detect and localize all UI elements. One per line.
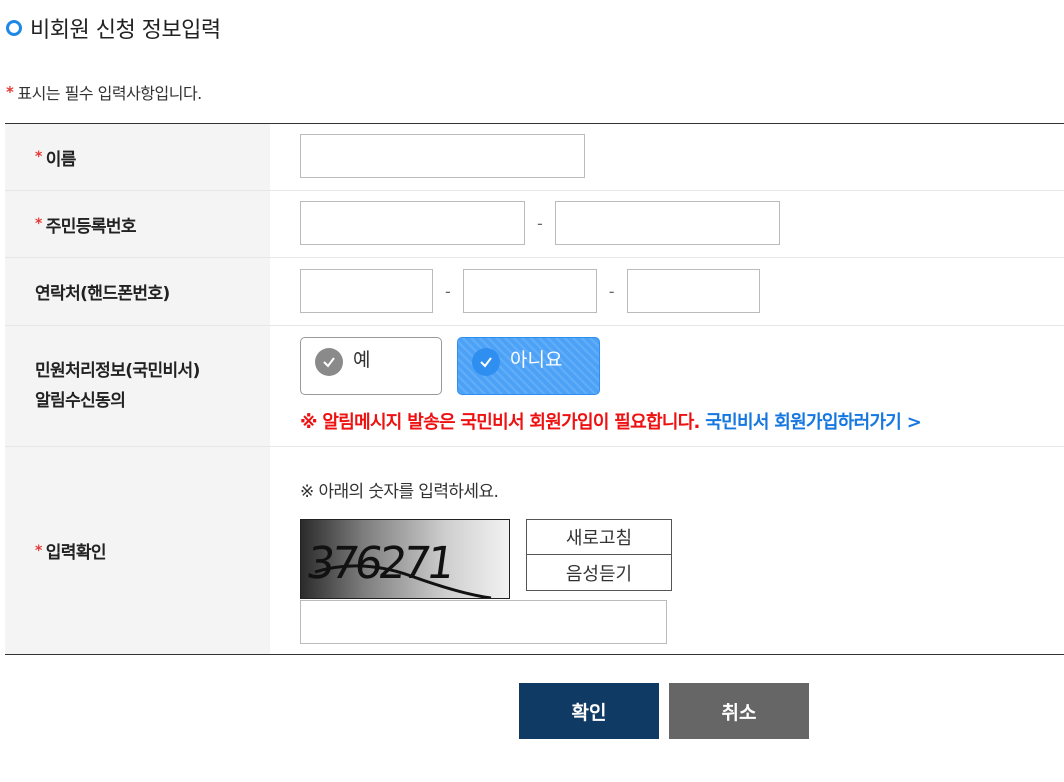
- name-input[interactable]: [300, 134, 585, 178]
- consent-label-line2: 알림수신동의: [35, 391, 126, 411]
- phone-part3-input[interactable]: [626, 269, 760, 313]
- consent-warning-text: ※ 알림메시지 발송은 국민비서 회원가입이 필요합니다.: [300, 412, 700, 433]
- captcha-audio-button[interactable]: 음성듣기: [526, 555, 672, 591]
- form-row-name: * 이름: [5, 124, 1064, 191]
- consent-yes-label: 예: [353, 348, 371, 371]
- section-title-text: 비회원 신청 정보입력: [30, 18, 221, 43]
- form-row-phone: 연락처(핸드폰번호) - -: [5, 258, 1064, 326]
- captcha-image: 376271: [300, 519, 510, 599]
- check-icon: [472, 348, 500, 376]
- section-title: 비회원 신청 정보입력: [6, 12, 221, 44]
- captcha-cell: ※ 아래의 숫자를 입력하세요. 376271 새로고침 음성듣기: [270, 447, 1064, 654]
- phone-label: 연락처(핸드폰번호): [35, 284, 170, 304]
- consent-no-option[interactable]: 아니요: [457, 337, 600, 395]
- captcha-refresh-button[interactable]: 새로고침: [526, 519, 672, 555]
- form-row-captcha: * 입력확인 ※ 아래의 숫자를 입력하세요. 376271 새로고침 음성듣기: [5, 447, 1064, 654]
- phone-input-cell: - -: [270, 258, 1064, 325]
- check-icon: [315, 348, 343, 376]
- form-row-resident-number: * 주민등록번호 -: [5, 191, 1064, 258]
- captcha-label-cell: * 입력확인: [5, 447, 270, 654]
- required-notice-text: 표시는 필수 입력사항입니다.: [17, 84, 202, 103]
- form-row-consent: 민원처리정보(국민비서) 알림수신동의 예 아니요 ※ 알림메시지 발송은 국민…: [5, 326, 1064, 447]
- resident-number-back-input[interactable]: [554, 201, 780, 245]
- name-label: 이름: [45, 149, 77, 170]
- consent-label-cell: 민원처리정보(국민비서) 알림수신동의: [5, 326, 270, 446]
- application-form-table: * 이름 * 주민등록번호 - 연락처(핸드폰번호) - - 민원처리정보(국민…: [5, 123, 1064, 655]
- consent-no-label: 아니요: [510, 348, 563, 371]
- separator-dash: -: [445, 281, 451, 301]
- phone-part2-input[interactable]: [462, 269, 597, 313]
- required-asterisk-icon: *: [6, 83, 14, 101]
- phone-label-cell: 연락처(핸드폰번호): [5, 258, 270, 325]
- cancel-button[interactable]: 취소: [669, 683, 809, 739]
- captcha-answer-input[interactable]: [300, 600, 667, 644]
- name-label-cell: * 이름: [5, 124, 270, 190]
- resident-number-input-cell: -: [270, 191, 1064, 257]
- resident-number-label: 주민등록번호: [45, 216, 137, 237]
- captcha-image-text: 376271: [303, 538, 455, 589]
- separator-dash: -: [537, 213, 543, 233]
- separator-dash: -: [608, 281, 615, 301]
- name-input-cell: [270, 124, 1064, 190]
- consent-yes-option[interactable]: 예: [300, 337, 442, 395]
- resident-number-front-input[interactable]: [300, 201, 525, 245]
- phone-part1-input[interactable]: [300, 269, 433, 313]
- captcha-instruction: ※ 아래의 숫자를 입력하세요.: [300, 482, 499, 502]
- resident-number-label-cell: * 주민등록번호: [5, 191, 270, 257]
- circle-bullet-icon: [6, 20, 22, 36]
- consent-warning: ※ 알림메시지 발송은 국민비서 회원가입이 필요합니다. 국민비서 회원가입하…: [300, 408, 922, 434]
- captcha-label: 입력확인: [45, 543, 107, 563]
- required-asterisk-icon: *: [35, 542, 42, 559]
- required-asterisk-icon: *: [35, 216, 42, 232]
- consent-option-cell: 예 아니요 ※ 알림메시지 발송은 국민비서 회원가입이 필요합니다. 국민비서…: [270, 326, 1064, 446]
- required-notice: * 표시는 필수 입력사항입니다.: [6, 80, 202, 104]
- confirm-button[interactable]: 확인: [519, 683, 659, 739]
- join-national-secretary-link[interactable]: 국민비서 회원가입하러가기 >: [705, 412, 922, 433]
- required-asterisk-icon: *: [35, 149, 42, 165]
- consent-label-line1: 민원처리정보(국민비서): [35, 361, 200, 381]
